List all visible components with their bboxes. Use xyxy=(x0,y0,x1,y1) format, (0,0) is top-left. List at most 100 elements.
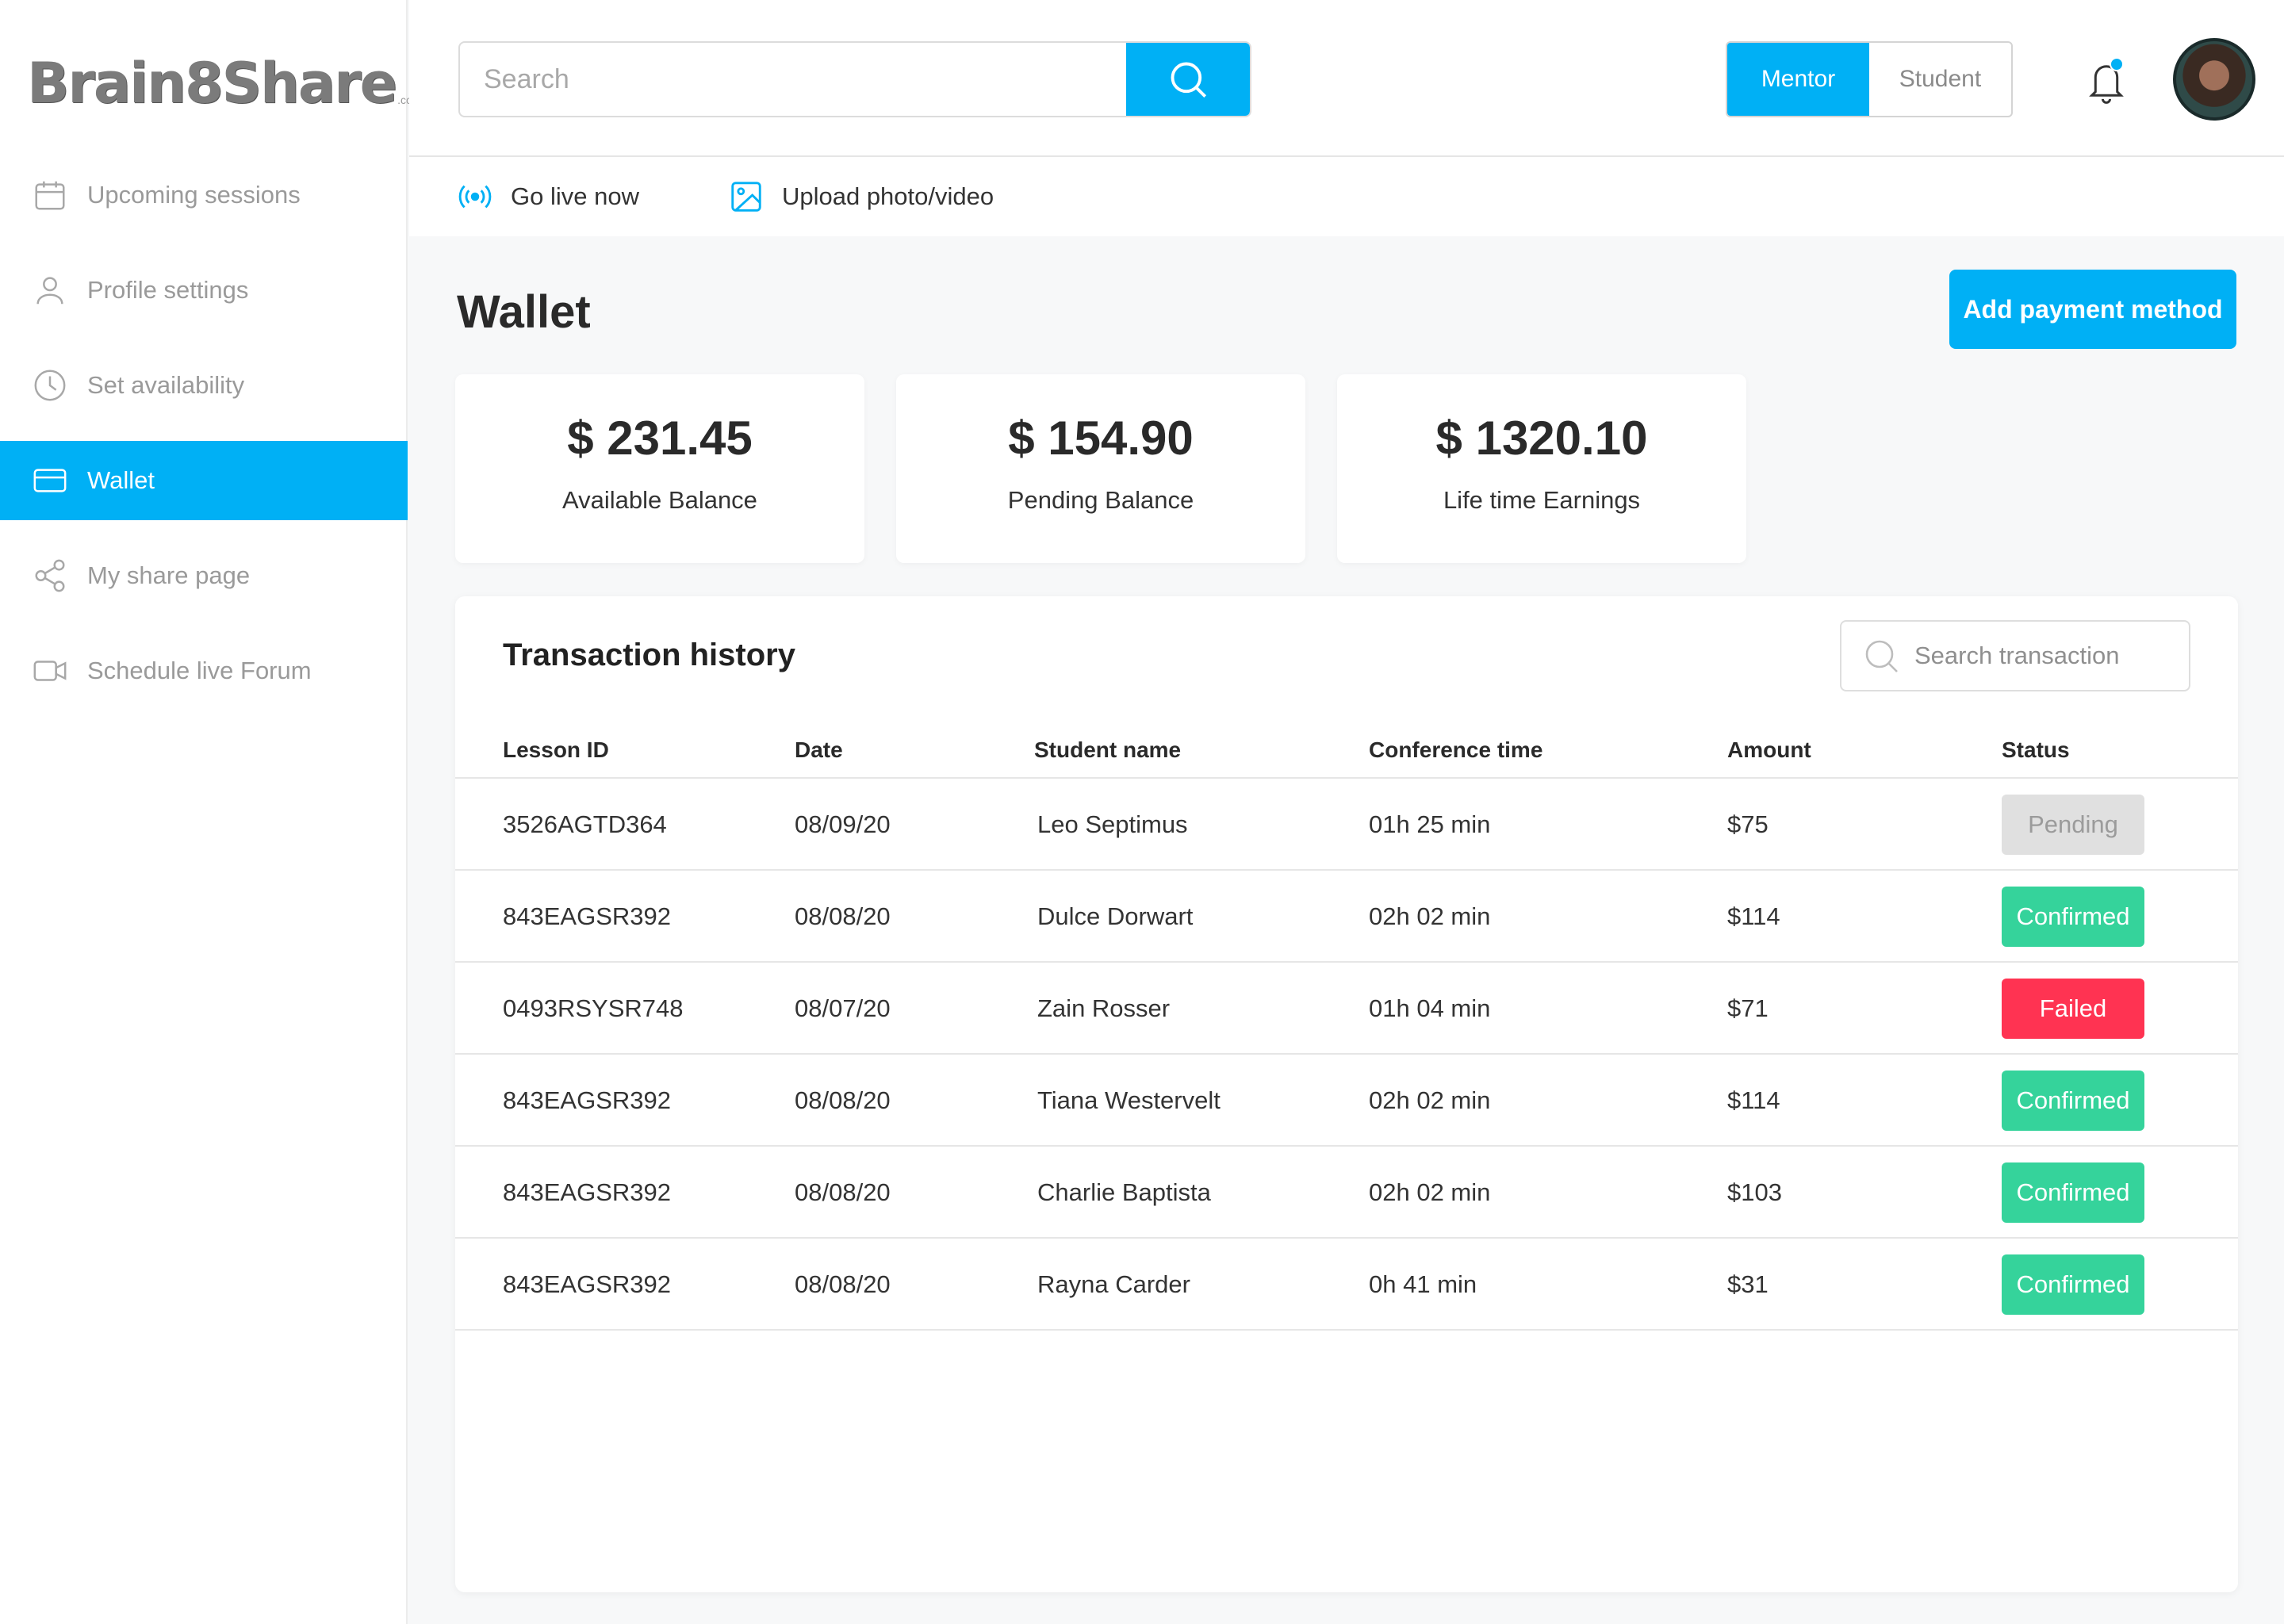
notification-dot xyxy=(2110,57,2124,71)
status-badge: Failed xyxy=(2002,979,2144,1039)
image-icon xyxy=(731,182,761,212)
amount-cell: $31 xyxy=(1727,1270,1769,1298)
student-name-cell: Tiana Westervelt xyxy=(1037,1086,1221,1114)
lesson-id-cell: 0493RSYSR748 xyxy=(503,994,684,1022)
transaction-search xyxy=(1840,620,2190,691)
sidebar-item-label: Set availability xyxy=(87,371,245,399)
wallet-icon xyxy=(33,469,67,492)
table-row[interactable]: 843EAGSR392 08/08/20 Dulce Dorwart 02h 0… xyxy=(455,871,2238,963)
amount-cell: $114 xyxy=(1727,1086,1780,1114)
go-live-label: Go live now xyxy=(511,182,639,210)
search-icon xyxy=(1865,640,1898,672)
amount-cell: $114 xyxy=(1727,902,1780,930)
table-row[interactable]: 0493RSYSR748 08/07/20 Zain Rosser 01h 04… xyxy=(455,963,2238,1055)
conference-time-cell: 02h 02 min xyxy=(1369,902,1491,930)
transaction-search-input[interactable] xyxy=(1914,642,2168,670)
lesson-id-cell: 843EAGSR392 xyxy=(503,1178,671,1206)
brand-name: Brain8Share xyxy=(27,51,397,116)
page-title: Wallet xyxy=(457,286,591,338)
student-name-cell: Rayna Carder xyxy=(1037,1270,1190,1298)
available-balance-label: Available Balance xyxy=(562,486,757,514)
amount-cell: $71 xyxy=(1727,994,1769,1022)
lesson-id-cell: 843EAGSR392 xyxy=(503,902,671,930)
table-row[interactable]: 843EAGSR392 08/08/20 Tiana Westervelt 02… xyxy=(455,1055,2238,1147)
conference-time-cell: 01h 25 min xyxy=(1369,810,1491,838)
student-name-cell: Zain Rosser xyxy=(1037,994,1171,1022)
date-cell: 08/09/20 xyxy=(795,810,891,838)
table-row[interactable]: 843EAGSR392 08/08/20 Rayna Carder 0h 41 … xyxy=(455,1239,2238,1331)
status-badge: Confirmed xyxy=(2002,1071,2144,1131)
pending-balance-card: $ 154.90 Pending Balance xyxy=(896,374,1305,563)
sidebar-item-label: Upcoming sessions xyxy=(87,181,301,209)
lesson-id-cell: 843EAGSR392 xyxy=(503,1086,671,1114)
mentor-toggle-button[interactable]: Mentor xyxy=(1727,43,1869,116)
conference-time-cell: 01h 04 min xyxy=(1369,994,1491,1022)
conference-time-cell: 02h 02 min xyxy=(1369,1178,1491,1206)
search-button[interactable] xyxy=(1126,43,1250,116)
video-icon xyxy=(33,661,67,681)
column-header-date[interactable]: Date xyxy=(795,737,843,763)
sidebar-item-label: Profile settings xyxy=(87,276,249,304)
date-cell: 08/08/20 xyxy=(795,1086,891,1114)
date-cell: 08/07/20 xyxy=(795,994,891,1022)
search-input[interactable] xyxy=(460,43,1126,116)
conference-time-cell: 02h 02 min xyxy=(1369,1086,1491,1114)
sidebar-item-set-availability[interactable]: Set availability xyxy=(0,346,408,425)
sidebar-item-schedule-live-forum[interactable]: Schedule live Forum xyxy=(0,631,408,710)
student-name-cell: Leo Septimus xyxy=(1037,810,1188,838)
user-icon xyxy=(36,277,63,304)
pending-balance-label: Pending Balance xyxy=(1007,486,1194,514)
top-bar: Mentor Student xyxy=(409,0,2284,157)
share-icon xyxy=(35,559,65,592)
column-header-student-name[interactable]: Student name xyxy=(1034,737,1181,763)
available-balance-amount: $ 231.45 xyxy=(567,412,753,465)
table-row[interactable]: 3526AGTD364 08/09/20 Leo Septimus 01h 25… xyxy=(455,779,2238,871)
table-header: Lesson ID Date Student name Conference t… xyxy=(455,723,2238,779)
pending-balance-amount: $ 154.90 xyxy=(1008,412,1194,465)
sidebar-item-label: Wallet xyxy=(87,466,155,494)
go-live-button[interactable]: Go live now xyxy=(457,178,639,215)
status-badge: Confirmed xyxy=(2002,1254,2144,1315)
date-cell: 08/08/20 xyxy=(795,1178,891,1206)
lesson-id-cell: 843EAGSR392 xyxy=(503,1270,671,1298)
clock-icon xyxy=(34,370,66,401)
broadcast-icon xyxy=(458,185,492,209)
date-cell: 08/08/20 xyxy=(795,1270,891,1298)
search-bar xyxy=(458,41,1251,117)
transaction-history-panel: Transaction history Lesson ID Date Stude… xyxy=(455,596,2238,1592)
lifetime-earnings-label: Life time Earnings xyxy=(1443,486,1641,514)
conference-time-cell: 0h 41 min xyxy=(1369,1270,1477,1298)
lesson-id-cell: 3526AGTD364 xyxy=(503,810,667,838)
date-cell: 08/08/20 xyxy=(795,902,891,930)
student-name-cell: Dulce Dorwart xyxy=(1037,902,1194,930)
sidebar-item-my-share-page[interactable]: My share page xyxy=(0,536,408,615)
avatar[interactable] xyxy=(2173,38,2255,121)
mode-toggle: Mentor Student xyxy=(1726,41,2013,117)
status-badge: Confirmed xyxy=(2002,887,2144,947)
lifetime-earnings-card: $ 1320.10 Life time Earnings xyxy=(1337,374,1746,563)
calendar-icon xyxy=(35,181,65,210)
column-header-conference-time[interactable]: Conference time xyxy=(1369,737,1542,763)
sidebar-item-profile-settings[interactable]: Profile settings xyxy=(0,251,408,330)
amount-cell: $75 xyxy=(1727,810,1769,838)
lifetime-earnings-amount: $ 1320.10 xyxy=(1435,412,1648,465)
action-bar: Go live now Upload photo/video xyxy=(409,157,2284,236)
table-row[interactable]: 843EAGSR392 08/08/20 Charlie Baptista 02… xyxy=(455,1147,2238,1239)
upload-media-button[interactable]: Upload photo/video xyxy=(728,178,994,215)
sidebar-item-label: Schedule live Forum xyxy=(87,657,312,684)
status-badge: Confirmed xyxy=(2002,1162,2144,1223)
sidebar-item-wallet[interactable]: Wallet xyxy=(0,441,408,520)
column-header-amount[interactable]: Amount xyxy=(1727,737,1811,763)
status-badge: Pending xyxy=(2002,795,2144,855)
student-toggle-button[interactable]: Student xyxy=(1869,43,2011,116)
transaction-history-title: Transaction history xyxy=(503,638,795,672)
add-payment-method-button[interactable]: Add payment method xyxy=(1949,270,2236,349)
upload-label: Upload photo/video xyxy=(781,182,994,210)
sidebar-nav: Upcoming sessions Profile settings Set a… xyxy=(0,155,408,726)
column-header-lesson-id[interactable]: Lesson ID xyxy=(503,737,609,763)
brand-logo[interactable]: Brain8Share .com xyxy=(27,32,421,111)
available-balance-card: $ 231.45 Available Balance xyxy=(455,374,864,563)
sidebar: Brain8Share .com Upcoming sessions Profi… xyxy=(0,0,421,1624)
sidebar-item-upcoming-sessions[interactable]: Upcoming sessions xyxy=(0,155,408,235)
column-header-status[interactable]: Status xyxy=(2002,737,2070,763)
